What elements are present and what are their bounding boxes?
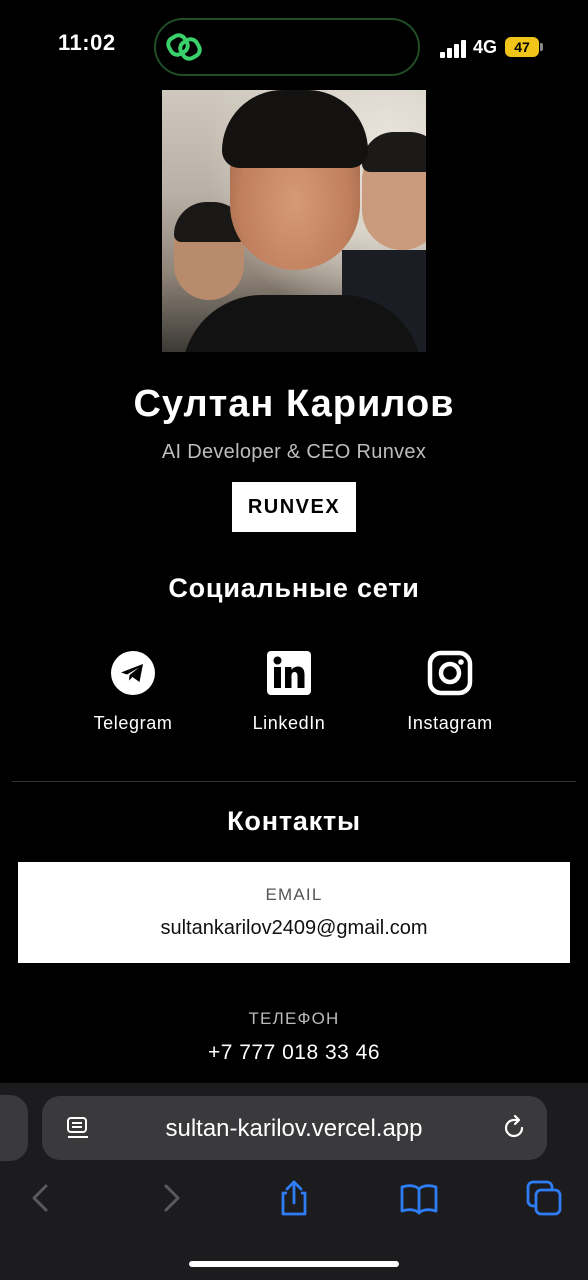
home-indicator[interactable]	[189, 1261, 399, 1267]
reload-icon[interactable]	[500, 1114, 528, 1142]
social-section-title: Социальные сети	[168, 573, 420, 603]
social-link-telegram[interactable]: Telegram	[58, 650, 208, 734]
social-label: Instagram	[407, 713, 493, 733]
network-type: 4G	[473, 37, 498, 57]
social-link-instagram[interactable]: Instagram	[375, 650, 525, 734]
contacts-section-title: Контакты	[227, 806, 361, 836]
email-value[interactable]: sultankarilov2409@gmail.com	[18, 917, 570, 940]
previous-tab-preview[interactable]	[0, 1095, 28, 1161]
address-url[interactable]: sultan-karilov.vercel.app	[110, 1115, 478, 1143]
battery-cap	[540, 43, 543, 51]
forward-icon[interactable]	[150, 1178, 190, 1218]
page-menu-icon[interactable]	[66, 1116, 92, 1142]
tabs-icon[interactable]	[524, 1178, 564, 1218]
share-icon[interactable]	[274, 1178, 314, 1218]
section-divider	[12, 781, 576, 782]
battery-indicator: 47	[505, 37, 539, 57]
signal-icon	[440, 40, 466, 58]
bookmarks-icon[interactable]	[399, 1178, 439, 1218]
phone-value[interactable]: +7 777 018 33 46	[0, 1041, 588, 1065]
profile-name: Султан Карилов	[133, 383, 455, 425]
email-label: EMAIL	[265, 885, 323, 904]
link-rings-icon	[166, 33, 202, 61]
email-card[interactable]: EMAIL sultankarilov2409@gmail.com	[18, 862, 570, 963]
status-time: 11:02	[58, 30, 116, 55]
phone-label: ТЕЛЕФОН	[248, 1009, 340, 1028]
instagram-icon	[427, 650, 473, 696]
social-label: Telegram	[93, 713, 173, 733]
telegram-icon	[111, 651, 155, 695]
back-icon[interactable]	[22, 1178, 62, 1218]
linkedin-icon	[267, 651, 311, 695]
social-link-linkedin[interactable]: LinkedIn	[214, 650, 364, 734]
social-label: LinkedIn	[252, 713, 326, 733]
profile-photo	[162, 90, 426, 352]
profile-role: AI Developer & CEO Runvex	[161, 441, 427, 463]
brand-button[interactable]: RUNVEX	[232, 482, 356, 532]
